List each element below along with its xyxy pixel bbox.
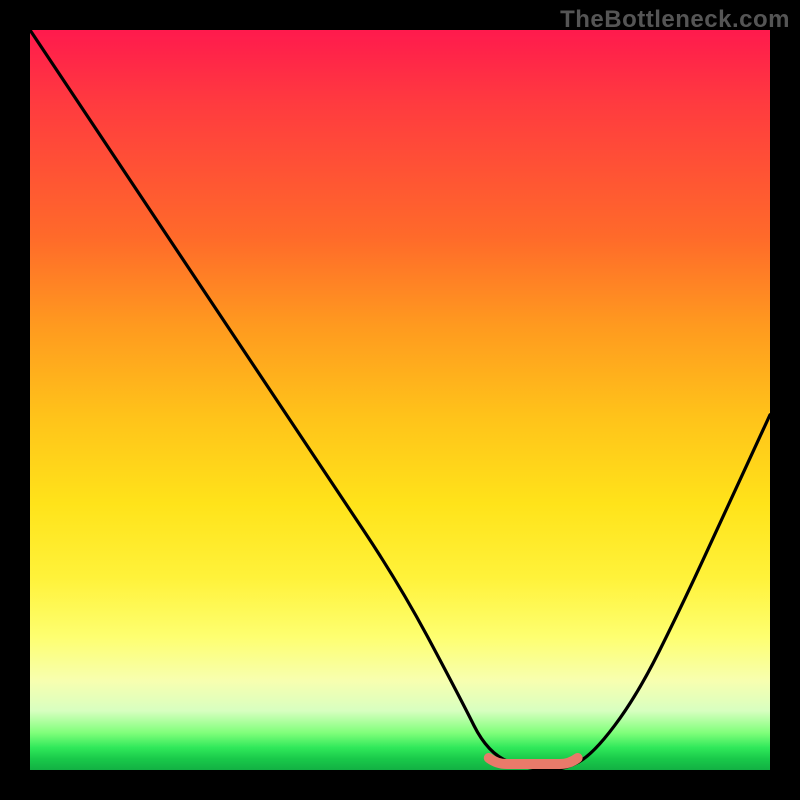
chart-container: TheBottleneck.com	[0, 0, 800, 800]
bottleneck-curve	[30, 30, 770, 770]
plot-area	[30, 30, 770, 770]
watermark-text: TheBottleneck.com	[560, 6, 790, 34]
highlight-segment	[489, 758, 578, 764]
curve-layer	[30, 30, 770, 770]
